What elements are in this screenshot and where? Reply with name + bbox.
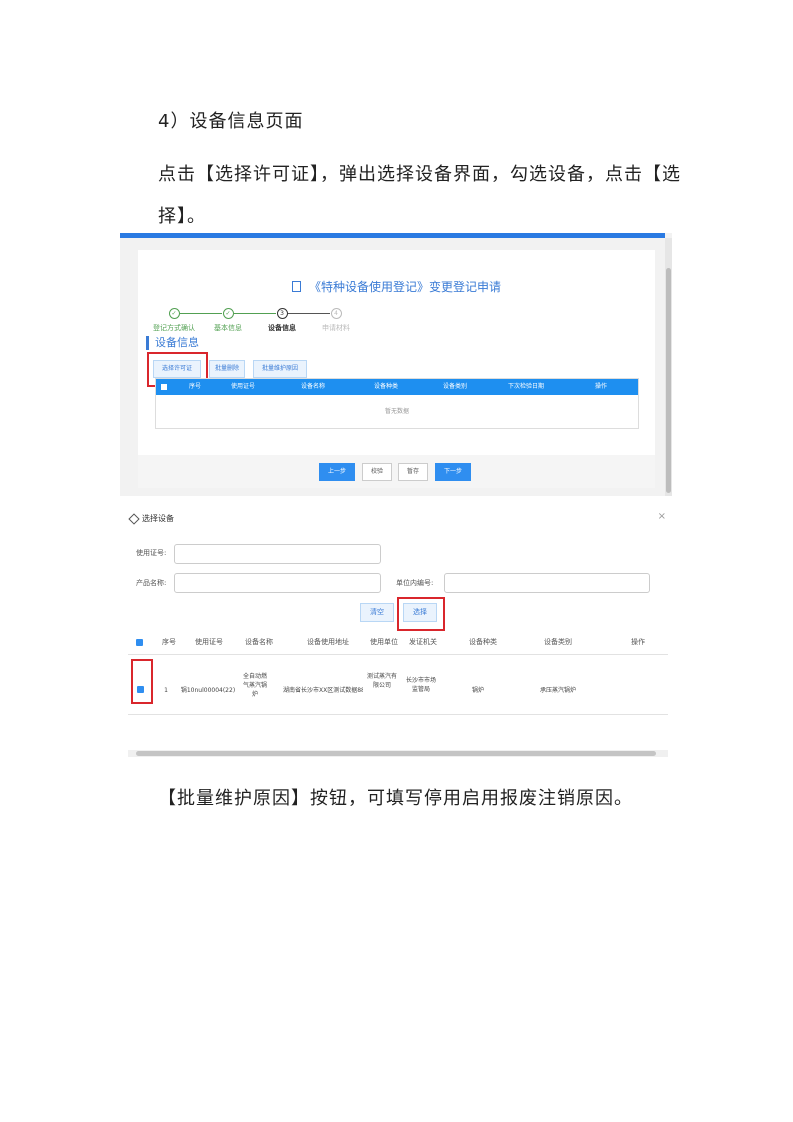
paragraph-line: 【批量维护原因】按钮，可填写停用启用报废注销原因。: [158, 788, 633, 809]
column-header: 设备类别: [443, 383, 468, 390]
select-all-checkbox[interactable]: [161, 384, 167, 390]
column-header: 设备种类: [469, 638, 497, 646]
select-all-checkbox[interactable]: [136, 639, 143, 646]
column-header: 设备类别: [544, 638, 572, 646]
column-header: 设备种类: [374, 383, 399, 390]
highlight-box: [397, 597, 445, 631]
internal-number-input[interactable]: [444, 573, 650, 593]
divider: [128, 714, 668, 715]
field-label: 单位内编号:: [396, 579, 434, 587]
dialog-title: 选择设备: [142, 514, 174, 523]
batch-delete-button[interactable]: 批量删除: [209, 360, 245, 378]
top-bar: [120, 233, 665, 238]
clear-button[interactable]: 清空: [360, 603, 394, 622]
column-header: 序号: [162, 638, 176, 646]
cert-number-input[interactable]: [174, 544, 381, 564]
step-2: ✓ 基本信息: [214, 308, 242, 332]
step-indicator: ✓ 登记方式确认 ✓ 基本信息 3 设备信息 4 申请材料: [144, 308, 444, 338]
footer-bar: 上一步 校验 暂存 下一步: [138, 455, 655, 488]
column-header: 设备使用地址: [307, 638, 349, 646]
highlight-box: [131, 659, 153, 704]
edit-icon: [128, 513, 140, 525]
cell-category: 承压蒸汽锅炉: [539, 687, 576, 694]
cell-address: 湖南省长沙市XX区测试数据88号: [283, 687, 363, 694]
paragraph-line: 点击【选择许可证】，弹出选择设备界面，勾选设备，点击【选: [158, 164, 681, 185]
cell-index: 1: [164, 687, 168, 694]
batch-maintain-reason-button[interactable]: 批量维护原因: [253, 360, 307, 378]
validate-button[interactable]: 校验: [362, 463, 392, 481]
field-label: 产品名称:: [136, 579, 167, 587]
column-header: 操作: [595, 383, 608, 390]
column-header: 操作: [631, 638, 645, 646]
next-step-button[interactable]: 下一步: [435, 463, 471, 481]
prev-step-button[interactable]: 上一步: [319, 463, 355, 481]
column-header: 下次检验日期: [508, 383, 545, 390]
step-1: ✓ 登记方式确认: [153, 308, 195, 332]
equipment-table: 序号 使用证号 设备名称 设备使用地址 使用单位 发证机关 设备种类 设备类别 …: [128, 632, 668, 747]
cell-unit: 测试蒸汽有限公司: [367, 673, 398, 689]
close-icon[interactable]: ×: [658, 511, 666, 522]
cell-name: 全自动燃气蒸汽锅炉: [242, 673, 267, 698]
cell-cert: 锅10nul00004(22): [180, 687, 236, 694]
save-draft-button[interactable]: 暂存: [398, 463, 428, 481]
divider: [128, 654, 668, 655]
scrollbar-thumb[interactable]: [666, 268, 671, 493]
table-header: 序号 使用证号 设备名称 设备种类 设备类别 下次检验日期 操作: [156, 379, 638, 395]
section-heading: 4）设备信息页面: [158, 111, 304, 132]
section-title: 设备信息: [146, 336, 199, 350]
cell-authority: 长沙市市场监管局: [406, 677, 437, 693]
cell-kind: 锅炉: [471, 687, 484, 694]
scrollbar-thumb[interactable]: [136, 751, 656, 756]
step-3: 3 设备信息: [268, 308, 296, 332]
column-header: 设备名称: [245, 638, 273, 646]
vertical-scrollbar[interactable]: [665, 238, 672, 496]
horizontal-scrollbar[interactable]: [128, 750, 668, 757]
page-title: 《特种设备使用登记》变更登记申请: [138, 278, 655, 295]
paragraph-line: 择】。: [158, 206, 206, 227]
column-header: 序号: [189, 383, 202, 390]
select-equipment-dialog: 选择设备 × 使用证号: 产品名称: 单位内编号: 清空 选择 序号 使用证号 …: [128, 507, 668, 757]
field-label: 使用证号:: [136, 549, 167, 557]
column-header: 设备名称: [301, 383, 326, 390]
step-4: 4 申请材料: [322, 308, 350, 332]
empty-text: 暂无数据: [384, 408, 409, 415]
check-icon: ✓: [222, 308, 234, 319]
form-panel: 《特种设备使用登记》变更登记申请 ✓ 登记方式确认 ✓ 基本信息 3 设备信息 …: [138, 250, 655, 488]
equipment-table: 序号 使用证号 设备名称 设备种类 设备类别 下次检验日期 操作 暂无数据: [155, 378, 639, 429]
check-icon: ✓: [168, 308, 180, 319]
document-icon: [291, 281, 301, 292]
column-header: 使用证号: [195, 638, 223, 646]
column-header: 使用证号: [231, 383, 256, 390]
column-header: 使用单位: [370, 638, 398, 646]
column-header: 发证机关: [409, 638, 437, 646]
screenshot-change-registration: 《特种设备使用登记》变更登记申请 ✓ 登记方式确认 ✓ 基本信息 3 设备信息 …: [120, 233, 672, 496]
product-name-input[interactable]: [174, 573, 381, 593]
